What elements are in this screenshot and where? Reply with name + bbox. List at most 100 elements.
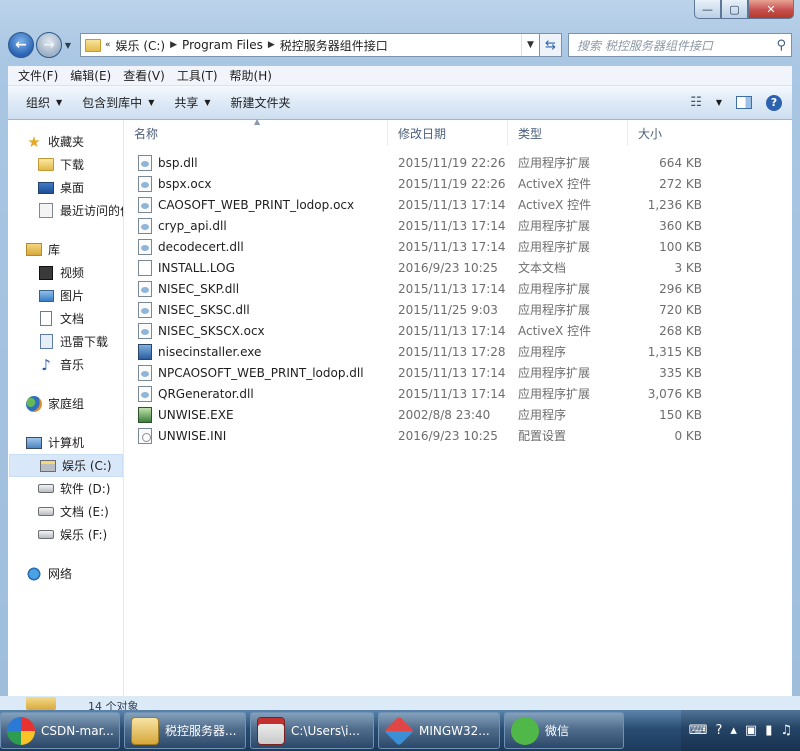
view-options-icon[interactable]: ☷ <box>690 95 702 110</box>
nav-homegroup[interactable]: 家庭组 <box>8 392 123 415</box>
file-row[interactable]: bsp.dll 2015/11/19 22:26 应用程序扩展 664 KB <box>124 152 792 173</box>
breadcrumb-current-folder[interactable]: 税控服务器组件接口 <box>275 37 393 54</box>
taskbar-mingw[interactable]: MINGW32... <box>378 712 500 749</box>
file-name-cell[interactable]: INSTALL.LOG <box>124 259 388 276</box>
nav-downloads[interactable]: 下载 <box>8 153 123 176</box>
file-row[interactable]: UNWISE.INI 2016/9/23 10:25 配置设置 0 KB <box>124 425 792 446</box>
file-name-cell[interactable]: decodecert.dll <box>124 238 388 255</box>
taskbar-wechat[interactable]: 微信 <box>504 712 624 749</box>
ocx-icon <box>138 175 152 192</box>
maximize-button[interactable]: ▢ <box>721 0 748 19</box>
refresh-icon: ⇆ <box>545 37 556 53</box>
file-list-pane[interactable]: ▲ 名称 修改日期 类型 大小 bsp.dll 2015/11/19 22:26 应… <box>124 117 792 696</box>
refresh-button[interactable]: ⇆ <box>540 33 562 57</box>
help-tray-icon[interactable]: ? <box>715 723 722 738</box>
new-folder-button[interactable]: 新建文件夹 <box>223 94 303 111</box>
file-row[interactable]: UNWISE.EXE 2002/8/8 23:40 应用程序 150 KB <box>124 404 792 425</box>
menu-tools[interactable]: 工具(T) <box>171 67 224 84</box>
file-row[interactable]: CAOSOFT_WEB_PRINT_lodop.ocx 2015/11/13 17… <box>124 194 792 215</box>
chevron-right-icon[interactable]: ▶ <box>170 40 177 50</box>
nav-libraries[interactable]: 库 <box>8 238 123 261</box>
file-row[interactable]: QRGenerator.dll 2015/11/13 17:14 应用程序扩展 3,0… <box>124 383 792 404</box>
file-name-cell[interactable]: QRGenerator.dll <box>124 385 388 402</box>
nav-xunlei-downloads[interactable]: 迅雷下载 <box>8 330 123 353</box>
new-folder-label: 新建文件夹 <box>230 96 291 110</box>
file-row[interactable]: INSTALL.LOG 2016/9/23 10:25 文本文档 3 KB <box>124 257 792 278</box>
search-input[interactable]: 搜索 税控服务器组件接口 ⚲ <box>568 33 792 57</box>
file-row[interactable]: nisecinstaller.exe 2015/11/13 17:28 应用程序 1,… <box>124 341 792 362</box>
column-header-date[interactable]: 修改日期 <box>388 120 508 146</box>
file-name-cell[interactable]: UNWISE.INI <box>124 427 388 444</box>
back-button[interactable]: ← <box>8 32 34 58</box>
file-row[interactable]: NISEC_SKSCX.ocx 2015/11/13 17:14 ActiveX 控… <box>124 320 792 341</box>
organize-button[interactable]: 组织 ▼ <box>18 94 74 111</box>
tray-expand-icon[interactable]: ▴ <box>730 723 737 738</box>
nav-computer[interactable]: 计算机 <box>8 431 123 454</box>
keyboard-icon[interactable]: ⌨ <box>689 723 708 738</box>
breadcrumb-program-files[interactable]: Program Files <box>177 38 268 52</box>
view-options-dropdown[interactable]: ▼ <box>716 98 722 107</box>
address-bar[interactable]: « 娱乐 (C:) ▶ Program Files ▶ 税控服务器组件接口 ▼ <box>80 33 540 57</box>
taskbar-notepad-label: C:\Users\i... <box>291 723 360 738</box>
nav-favorites[interactable]: ★ 收藏夹 <box>8 130 123 153</box>
nav-drive-e[interactable]: 文档 (E:) <box>8 500 123 523</box>
taskbar-csdn[interactable]: CSDN-mar... <box>0 712 120 749</box>
column-header-size[interactable]: 大小 <box>628 120 708 146</box>
menu-help[interactable]: 帮助(H) <box>224 67 278 84</box>
menu-edit[interactable]: 编辑(E) <box>64 67 117 84</box>
nav-drive-d[interactable]: 软件 (D:) <box>8 477 123 500</box>
file-name-cell[interactable]: NPCAOSOFT_WEB_PRINT_lodop.dll <box>124 364 388 381</box>
file-row[interactable]: decodecert.dll 2015/11/13 17:14 应用程序扩展 100 … <box>124 236 792 257</box>
nav-videos[interactable]: 视频 <box>8 261 123 284</box>
file-date: 2016/9/23 10:25 <box>398 428 498 443</box>
search-icon[interactable]: ⚲ <box>776 38 786 53</box>
file-name-cell[interactable]: bspx.ocx <box>124 175 388 192</box>
file-name-cell[interactable]: cryp_api.dll <box>124 217 388 234</box>
share-button[interactable]: 共享 ▼ <box>166 94 222 111</box>
file-name-cell[interactable]: CAOSOFT_WEB_PRINT_lodop.ocx <box>124 196 388 213</box>
nav-drive-c[interactable]: 娱乐 (C:) <box>9 454 123 477</box>
file-name-cell[interactable]: NISEC_SKSC.dll <box>124 301 388 318</box>
network-tray-icon[interactable]: ▣ <box>745 723 757 738</box>
nav-recent-places[interactable]: 最近访问的位置 <box>8 199 123 222</box>
file-type: 应用程序扩展 <box>518 240 591 254</box>
close-button[interactable]: ✕ <box>748 0 794 19</box>
volume-icon[interactable]: ♫ <box>780 723 792 738</box>
file-row[interactable]: cryp_api.dll 2015/11/13 17:14 应用程序扩展 360 KB <box>124 215 792 236</box>
taskbar-notepad[interactable]: C:\Users\i... <box>250 712 374 749</box>
forward-button[interactable]: → <box>36 32 62 58</box>
nav-network[interactable]: 网络 <box>8 562 123 585</box>
breadcrumb-drive[interactable]: 娱乐 (C:) <box>111 37 171 54</box>
file-name-cell[interactable]: nisecinstaller.exe <box>124 343 388 360</box>
nav-pictures[interactable]: 图片 <box>8 284 123 307</box>
column-header-type[interactable]: 类型 <box>508 120 628 146</box>
include-in-library-button[interactable]: 包含到库中 ▼ <box>74 94 166 111</box>
column-header-name[interactable]: ▲ 名称 <box>124 117 388 146</box>
help-icon[interactable]: ? <box>766 94 782 111</box>
file-row[interactable]: bspx.ocx 2015/11/19 22:26 ActiveX 控件 272 KB <box>124 173 792 194</box>
file-name-cell[interactable]: NISEC_SKP.dll <box>124 280 388 297</box>
signal-strength-icon[interactable]: ▮ <box>765 723 772 738</box>
nav-documents[interactable]: 文档 <box>8 307 123 330</box>
recent-pages-dropdown[interactable]: ▼ <box>62 41 74 50</box>
file-row[interactable]: NISEC_SKP.dll 2015/11/13 17:14 应用程序扩展 296 K… <box>124 278 792 299</box>
file-name-cell[interactable]: UNWISE.EXE <box>124 406 388 423</box>
minimize-button[interactable]: — <box>694 0 721 19</box>
nav-music[interactable]: ♪ 音乐 <box>8 353 123 376</box>
menu-file[interactable]: 文件(F) <box>12 67 64 84</box>
preview-pane-icon[interactable] <box>736 96 752 109</box>
navigation-pane[interactable]: ★ 收藏夹 下载 桌面 最近访问的位置 <box>8 120 124 696</box>
nav-desktop[interactable]: 桌面 <box>8 176 123 199</box>
file-date: 2015/11/13 17:14 <box>398 281 506 296</box>
address-history-dropdown[interactable]: ▼ <box>521 34 539 56</box>
nav-drive-f[interactable]: 娱乐 (F:) <box>8 523 123 546</box>
file-name-cell[interactable]: NISEC_SKSCX.ocx <box>124 322 388 339</box>
file-name: UNWISE.INI <box>158 428 227 443</box>
file-row[interactable]: NISEC_SKSC.dll 2015/11/25 9:03 应用程序扩展 720 K… <box>124 299 792 320</box>
file-row[interactable]: NPCAOSOFT_WEB_PRINT_lodop.dll 2015/11/13 … <box>124 362 792 383</box>
menu-view[interactable]: 查看(V) <box>117 67 171 84</box>
chevron-right-icon[interactable]: ▶ <box>268 40 275 50</box>
taskbar-explorer[interactable]: 税控服务器... <box>124 712 246 749</box>
file-size: 150 KB <box>659 407 702 422</box>
file-name-cell[interactable]: bsp.dll <box>124 154 388 171</box>
